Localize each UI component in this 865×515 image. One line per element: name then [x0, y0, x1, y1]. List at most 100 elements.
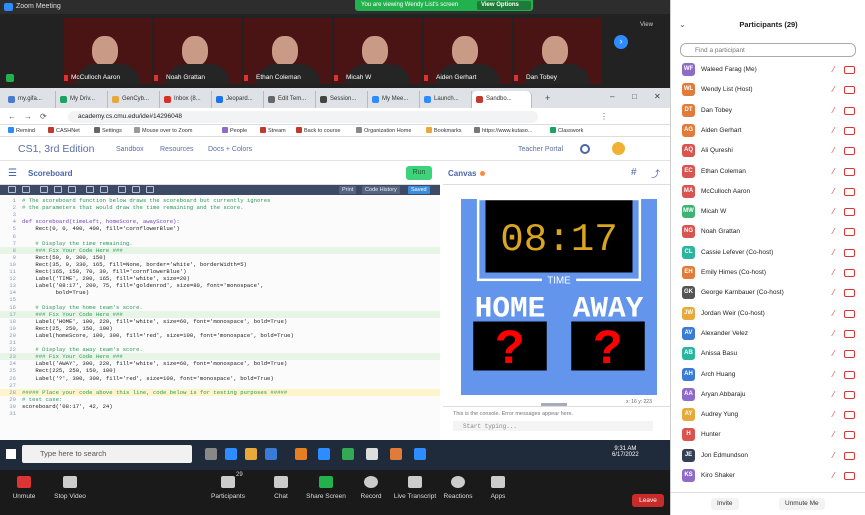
- next-page-chevron-icon[interactable]: ›: [614, 35, 628, 49]
- browser-tab[interactable]: Edit Tem...: [264, 91, 316, 108]
- code-line[interactable]: 16 # Display the home team's score.: [0, 304, 440, 311]
- run-button[interactable]: Run: [406, 166, 432, 180]
- participant-row[interactable]: EC Ethan Coleman ⁄: [671, 162, 865, 182]
- bookmark[interactable]: Remind: [8, 127, 35, 134]
- participant-row[interactable]: EH Emily Himes (Co-host) ⁄: [671, 263, 865, 283]
- bookmark[interactable]: Organization Home: [356, 127, 411, 134]
- zoom-taskbar-icon[interactable]: [414, 448, 426, 460]
- browser-tab[interactable]: Jeopard...: [212, 91, 264, 108]
- url-field[interactable]: academy.cs.cmu.edu/ide#14296048: [68, 111, 538, 123]
- video-tile[interactable]: Ethan Coleman: [244, 18, 332, 84]
- shield-icon[interactable]: [6, 74, 14, 82]
- print-button[interactable]: Print: [339, 186, 357, 194]
- bookmark[interactable]: Bookmarks: [426, 127, 462, 134]
- code-line[interactable]: 24 Label('AWAY', 300, 220, fill='white',…: [0, 360, 440, 367]
- browser-tab[interactable]: GenCyb...: [108, 91, 160, 108]
- code-line[interactable]: 7 # Display the time remaining.: [0, 240, 440, 247]
- participant-row[interactable]: DT Dan Tobey ⁄: [671, 101, 865, 121]
- code-line[interactable]: 13 Label('08:17', 200, 75, fill='goldenr…: [0, 282, 440, 289]
- code-history-button[interactable]: Code History: [362, 186, 400, 194]
- participant-row[interactable]: AQ Ali Qureshi ⁄: [671, 141, 865, 161]
- file-explorer-icon[interactable]: [245, 448, 257, 460]
- code-editor[interactable]: 1 # The scoreboard function below draws t…: [0, 195, 440, 440]
- code-line[interactable]: 2 # the parameters that would draw the ti…: [0, 204, 440, 211]
- code-line[interactable]: 25 Rect(225, 250, 150, 100): [0, 367, 440, 374]
- j-app-icon[interactable]: [366, 448, 378, 460]
- resize-handle[interactable]: [541, 403, 567, 406]
- minimize-icon[interactable]: –: [610, 92, 614, 101]
- bookmark[interactable]: Stream: [260, 127, 286, 134]
- task-view-icon[interactable]: [205, 448, 217, 460]
- outdent-icon[interactable]: [100, 186, 108, 193]
- code-line[interactable]: 22 # Display the away team's score.: [0, 346, 440, 353]
- undo-icon[interactable]: [8, 186, 16, 193]
- participants-button[interactable]: Participants: [198, 476, 258, 500]
- code-line[interactable]: 9 Rect(50, 0, 300, 150): [0, 254, 440, 261]
- bookmark[interactable]: Back to course: [296, 127, 340, 134]
- hamburger-menu-icon[interactable]: ☰: [8, 168, 17, 179]
- teacher-portal-link[interactable]: Teacher Portal: [518, 146, 563, 153]
- grid-icon[interactable]: #: [631, 167, 637, 178]
- taskbar-search-input[interactable]: Type here to search: [22, 445, 192, 463]
- bookmark[interactable]: People: [222, 127, 247, 134]
- share-icon[interactable]: ⤴: [651, 167, 660, 180]
- participant-row[interactable]: AY Audrey Yung ⁄: [671, 405, 865, 425]
- avatar[interactable]: [612, 142, 625, 155]
- participant-row[interactable]: AA Aryan Abbaraju ⁄: [671, 385, 865, 405]
- video-tile[interactable]: Noah Grattan: [154, 18, 242, 84]
- participant-row[interactable]: NG Noah Grattan ⁄: [671, 222, 865, 242]
- apps-button[interactable]: Apps: [468, 476, 528, 500]
- participant-row[interactable]: JE Jon Edmundson ⁄: [671, 446, 865, 466]
- browser-tab[interactable]: Session...: [316, 91, 368, 108]
- code-line[interactable]: 1 # The scoreboard function below draws t…: [0, 197, 440, 204]
- code-line[interactable]: 5 Rect(0, 0, 400, 400, fill='cornflowerB…: [0, 225, 440, 232]
- forward-arrow-icon[interactable]: →: [24, 112, 32, 121]
- firefox-icon[interactable]: [295, 448, 307, 460]
- code-line[interactable]: 12 Label('TIME', 200, 165, fill='white',…: [0, 275, 440, 282]
- code-line[interactable]: 4 def scoreboard(timeLeft, homeScore, awa…: [0, 218, 440, 225]
- code-line[interactable]: 18 Label('HOME', 100, 220, fill='white',…: [0, 318, 440, 325]
- windows-start-icon[interactable]: [6, 449, 16, 459]
- indent-icon[interactable]: [86, 186, 94, 193]
- participant-row[interactable]: AB Anissa Basu ⁄: [671, 344, 865, 364]
- code-line[interactable]: 30 scoreboard('08:17', 42, 24): [0, 403, 440, 410]
- video-tile[interactable]: Aiden Gerhart: [424, 18, 512, 84]
- participant-row[interactable]: MA McCulloch Aaron ⁄: [671, 182, 865, 202]
- console-input[interactable]: Start typing...: [453, 421, 653, 431]
- code-line[interactable]: 21: [0, 339, 440, 346]
- participant-row[interactable]: JW Jordan Weir (Co-host) ⁄: [671, 304, 865, 324]
- maximize-icon[interactable]: □: [632, 92, 637, 101]
- comment-icon[interactable]: [118, 186, 126, 193]
- code-line[interactable]: 6: [0, 233, 440, 240]
- participant-row[interactable]: WF Waleed Farag (Me) ⁄: [671, 60, 865, 80]
- brand-title[interactable]: CS1, 3rd Edition: [18, 143, 94, 155]
- video-tile[interactable]: McCulloch Aaron: [64, 18, 152, 84]
- code-line[interactable]: 28 ##### Place your code above this line,…: [0, 388, 440, 396]
- store-icon[interactable]: [265, 448, 277, 460]
- code-line[interactable]: 19 Rect(25, 250, 150, 100): [0, 325, 440, 332]
- browser-tab[interactable]: My Mee...: [368, 91, 420, 108]
- chrome-icon[interactable]: [342, 448, 354, 460]
- browser-tab[interactable]: Launch...: [420, 91, 472, 108]
- participant-row[interactable]: AG Aiden Gerhart ⁄: [671, 121, 865, 141]
- cut-icon[interactable]: [40, 186, 48, 193]
- paste-icon[interactable]: [68, 186, 76, 193]
- leave-button[interactable]: Leave: [632, 494, 664, 507]
- bookmark[interactable]: Settings: [94, 127, 122, 134]
- participant-row[interactable]: WL Wendy List (Host) ⁄: [671, 80, 865, 100]
- bookmark[interactable]: https://www.kutaso...: [474, 127, 532, 134]
- participant-row[interactable]: GK George Karnbauer (Co-host) ⁄: [671, 283, 865, 303]
- nav-docs-colors[interactable]: Docs + Colors: [208, 146, 252, 153]
- gear-icon[interactable]: [580, 144, 590, 154]
- video-tile[interactable]: Dan Tobey: [514, 18, 602, 84]
- code-line[interactable]: 15: [0, 296, 440, 303]
- participant-row[interactable]: AH Arch Huang ⁄: [671, 365, 865, 385]
- back-arrow-icon[interactable]: ←: [8, 112, 16, 121]
- participant-row[interactable]: KS Kiro Shaker ⁄: [671, 466, 865, 486]
- code-line[interactable]: 27: [0, 382, 440, 389]
- code-line[interactable]: 23 ### Fix Your Code Here ###: [0, 353, 440, 361]
- app-icon[interactable]: [390, 448, 402, 460]
- invite-button[interactable]: Invite: [711, 498, 739, 510]
- bookmark[interactable]: Mouse over to Zoom: [134, 127, 192, 134]
- code-line[interactable]: 10 Rect(35, 0, 330, 165, fill=None, bord…: [0, 261, 440, 268]
